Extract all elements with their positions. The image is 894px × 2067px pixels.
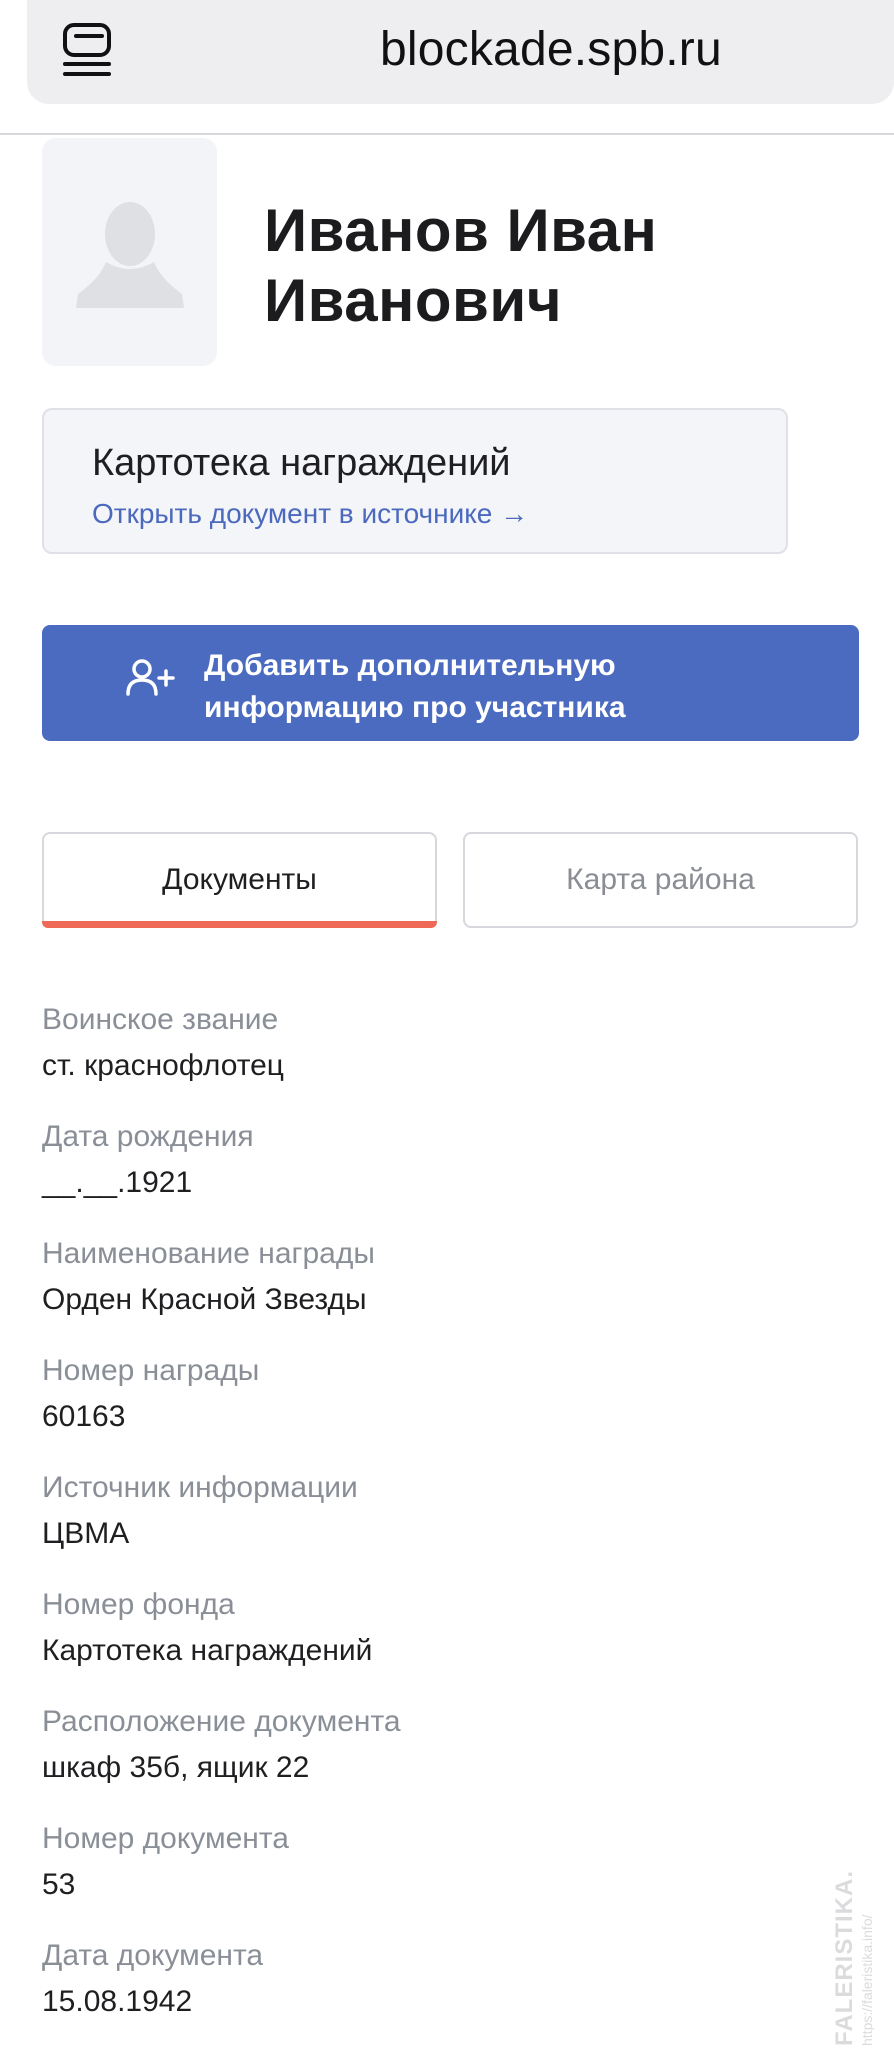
- source-card-title: Картотека награждений: [92, 442, 511, 484]
- field-document-date: Дата документа 15.08.1942: [42, 1936, 263, 2022]
- address-bar-divider: [0, 133, 894, 135]
- add-person-icon: [126, 659, 175, 696]
- field-info-source: Источник информации ЦВМА: [42, 1468, 358, 1554]
- open-source-link[interactable]: Открыть документ в источнике →: [92, 498, 528, 530]
- field-label: Наименование награды: [42, 1237, 375, 1270]
- field-value: Картотека награждений: [42, 1634, 373, 1667]
- field-label: Расположение документа: [42, 1705, 401, 1738]
- field-document-location: Расположение документа шкаф 35б, ящик 22: [42, 1702, 401, 1788]
- field-value: Орден Красной Звезды: [42, 1283, 367, 1316]
- field-label: Воинское звание: [42, 1003, 279, 1036]
- field-fund-number: Номер фонда Картотека награждений: [42, 1585, 372, 1671]
- watermark: FALERISTIKA.INFO https://faleristika.inf…: [831, 1870, 874, 2046]
- person-name: Иванов Иван Иванович: [264, 197, 658, 334]
- tab-documents[interactable]: Документы: [42, 832, 437, 928]
- url-text[interactable]: blockade.spb.ru: [380, 22, 722, 77]
- field-value: шкаф 35б, ящик 22: [42, 1751, 310, 1784]
- field-label: Дата рождения: [42, 1120, 254, 1153]
- field-value: 15.08.1942: [42, 1985, 193, 2018]
- person-silhouette-icon: [76, 202, 184, 308]
- source-card: Картотека награждений Открыть документ в…: [42, 408, 788, 554]
- field-value: 60163: [42, 1400, 126, 1433]
- svg-text:FALERISTIKA.INFO: FALERISTIKA.INFO: [831, 1870, 858, 2046]
- field-value: ст. краснофлотец: [42, 1049, 284, 1082]
- field-rank: Воинское звание ст. краснофлотец: [42, 1000, 284, 1086]
- field-label: Дата документа: [42, 1939, 264, 1972]
- tab-district-map[interactable]: Карта района: [463, 832, 858, 928]
- add-info-label: Добавить дополнительную информацию про у…: [204, 649, 626, 724]
- active-tab-indicator: [42, 921, 437, 928]
- field-document-number: Номер документа 53: [42, 1819, 289, 1905]
- field-label: Номер документа: [42, 1822, 289, 1855]
- field-value: __.__.1921: [42, 1166, 193, 1199]
- field-birth-date: Дата рождения __.__.1921: [42, 1117, 254, 1203]
- field-label: Номер награды: [42, 1354, 260, 1387]
- avatar: [42, 138, 217, 366]
- tabs-menu-icon[interactable]: [62, 22, 112, 78]
- field-label: Источник информации: [42, 1471, 358, 1504]
- field-value: 53: [42, 1868, 76, 1901]
- field-value: ЦВМА: [42, 1517, 130, 1550]
- field-award-name: Наименование награды Орден Красной Звезд…: [42, 1234, 375, 1320]
- field-award-number: Номер награды 60163: [42, 1351, 259, 1437]
- add-info-button[interactable]: Добавить дополнительную информацию про у…: [42, 625, 859, 741]
- field-label: Номер фонда: [42, 1588, 235, 1621]
- svg-text:https://faleristika.info/: https://faleristika.info/: [859, 1914, 874, 2046]
